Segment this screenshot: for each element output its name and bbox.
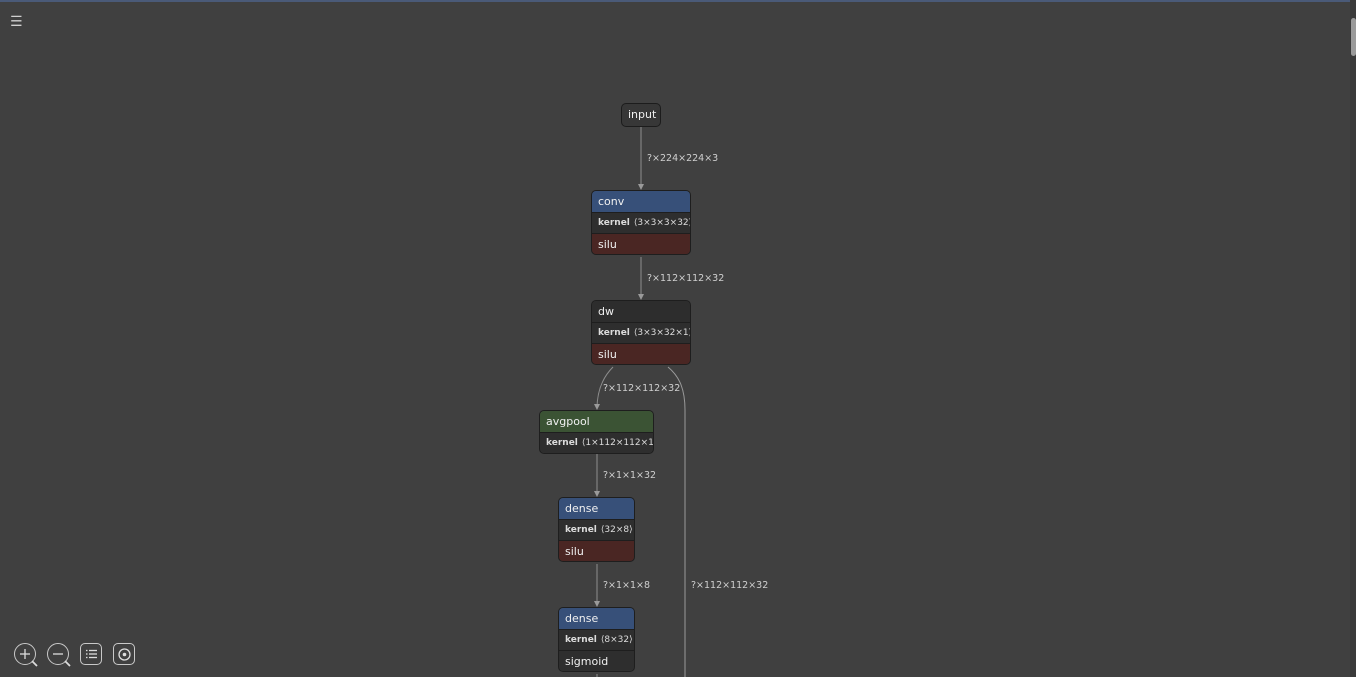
- attr-name: kernel: [598, 328, 630, 338]
- node-dw[interactable]: dw kernel ⟨3×3×32×1⟩ silu: [591, 300, 691, 365]
- node-attribute: kernel ⟨3×3×32×1⟩: [592, 322, 690, 343]
- edge-label-input-conv: ?×224×224×3: [647, 153, 718, 164]
- attr-name: kernel: [565, 635, 597, 645]
- scrollbar-thumb[interactable]: [1351, 18, 1356, 56]
- edge-label-avgpool-dense1: ?×1×1×32: [603, 470, 656, 481]
- node-dense-2[interactable]: dense kernel ⟨8×32⟩ sigmoid: [558, 607, 635, 672]
- node-attribute: kernel ⟨1×112×112×1⟩: [540, 432, 653, 453]
- node-activation: silu: [592, 233, 690, 254]
- attr-value: ⟨3×3×32×1⟩: [633, 328, 691, 338]
- zoom-in-icon[interactable]: [14, 643, 38, 667]
- node-title: avgpool: [540, 411, 653, 432]
- list-icon[interactable]: [80, 643, 102, 665]
- node-activation: silu: [559, 540, 634, 561]
- node-attribute: kernel ⟨32×8⟩: [559, 519, 634, 540]
- zoom-out-icon[interactable]: [47, 643, 71, 667]
- node-title: dense: [559, 498, 634, 519]
- vertical-scrollbar[interactable]: [1350, 0, 1356, 677]
- node-title: dense: [559, 608, 634, 629]
- target-icon[interactable]: [113, 643, 135, 665]
- node-attribute: kernel ⟨8×32⟩: [559, 629, 634, 650]
- node-conv[interactable]: conv kernel ⟨3×3×3×32⟩ silu: [591, 190, 691, 255]
- edge-label-dense1-dense2: ?×1×1×8: [603, 580, 650, 591]
- node-activation: sigmoid: [559, 650, 634, 671]
- attr-value: ⟨3×3×3×32⟩: [633, 218, 691, 228]
- attr-name: kernel: [546, 438, 578, 448]
- edge-label-dw-avgpool: ?×112×112×32: [603, 383, 680, 394]
- edge-dw-skip: [667, 366, 686, 677]
- node-attribute: kernel ⟨3×3×3×32⟩: [592, 212, 690, 233]
- node-title: conv: [592, 191, 690, 212]
- attr-value: ⟨1×112×112×1⟩: [581, 438, 654, 448]
- node-title: dw: [592, 301, 690, 322]
- attr-name: kernel: [565, 525, 597, 535]
- attr-name: kernel: [598, 218, 630, 228]
- node-dense-1[interactable]: dense kernel ⟨32×8⟩ silu: [558, 497, 635, 562]
- node-title: input: [628, 108, 657, 121]
- node-input[interactable]: input: [621, 103, 661, 127]
- attr-value: ⟨32×8⟩: [600, 525, 633, 535]
- node-activation: silu: [592, 343, 690, 364]
- attr-value: ⟨8×32⟩: [600, 635, 633, 645]
- node-avgpool[interactable]: avgpool kernel ⟨1×112×112×1⟩: [539, 410, 654, 454]
- edge-label-dw-skip: ?×112×112×32: [691, 580, 768, 591]
- edge-label-conv-dw: ?×112×112×32: [647, 273, 724, 284]
